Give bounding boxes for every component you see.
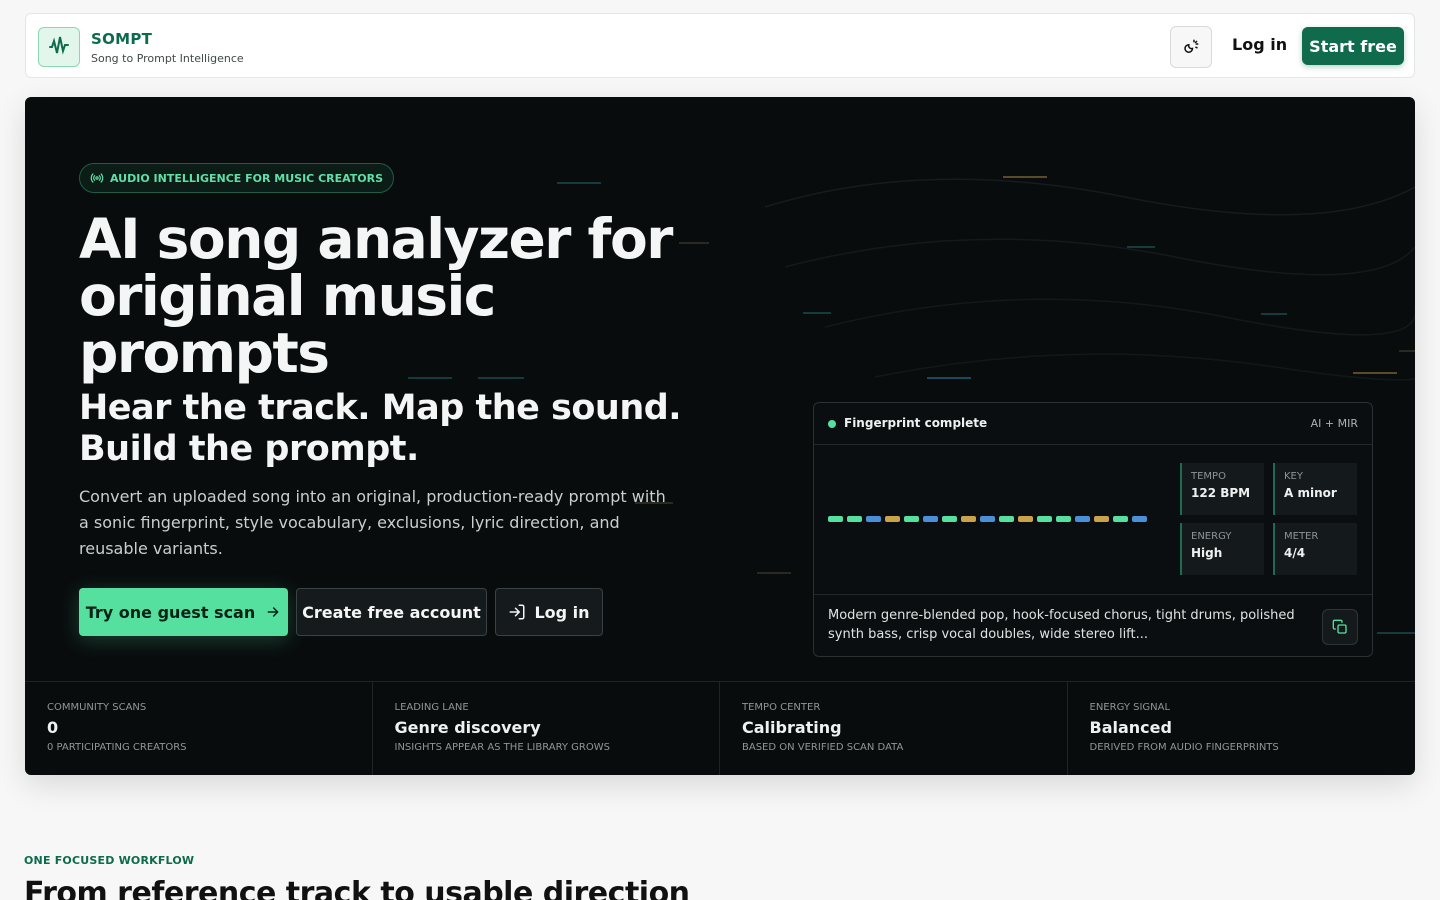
waveform-bar: [923, 516, 938, 522]
waveform-bar: [1056, 516, 1071, 522]
waveform-bar: [999, 516, 1014, 522]
waveform-bar: [1094, 516, 1109, 522]
fingerprint-card: Fingerprint complete AI + MIR TEMPO 122 …: [813, 402, 1373, 657]
metric-value: A minor: [1284, 486, 1337, 500]
guest-scan-label: Try one guest scan: [85, 602, 256, 622]
metric-label: ENERGY: [1191, 531, 1232, 542]
brand-name[interactable]: SOMPT: [91, 30, 152, 48]
workflow-eyebrow: ONE FOCUSED WORKFLOW: [24, 854, 195, 867]
metric-energy: ENERGY High: [1180, 523, 1264, 575]
header-login-link[interactable]: Log in: [1232, 35, 1287, 54]
metric-key: KEY A minor: [1273, 463, 1357, 515]
stat-value: 0: [47, 718, 59, 737]
hero-login-button[interactable]: Log in: [495, 588, 603, 636]
waveform-bar: [1075, 516, 1090, 522]
waveform-bar: [1018, 516, 1033, 522]
waveform-bar: [942, 516, 957, 522]
top-navigation-bar: SOMPT Song to Prompt Intelligence Log in…: [25, 13, 1415, 78]
login-icon: [509, 604, 525, 620]
stat-label: TEMPO CENTER: [742, 702, 821, 713]
hero-badge-text: AUDIO INTELLIGENCE FOR MUSIC CREATORS: [110, 171, 384, 185]
arrow-right-icon: [267, 607, 279, 617]
workflow-title: From reference track to usable direction: [24, 876, 690, 900]
stat-subtext: INSIGHTS APPEAR AS THE LIBRARY GROWS: [394, 742, 610, 753]
theme-toggle-button[interactable]: [1170, 26, 1212, 68]
hero-login-label: Log in: [534, 602, 590, 622]
metric-value: High: [1191, 546, 1223, 560]
stat-energy-signal: ENERGY SIGNAL Balanced DERIVED FROM AUDI…: [1068, 682, 1416, 775]
metric-value: 122 BPM: [1191, 486, 1251, 500]
metric-label: TEMPO: [1191, 471, 1226, 482]
metric-label: METER: [1284, 531, 1319, 542]
stat-label: ENERGY SIGNAL: [1089, 702, 1171, 713]
stat-value: Balanced: [1089, 718, 1172, 737]
stat-label: COMMUNITY SCANS: [47, 702, 147, 713]
hero-section: AUDIO INTELLIGENCE FOR MUSIC CREATORS AI…: [25, 97, 1415, 775]
metric-value: 4/4: [1284, 546, 1306, 560]
stat-value: Genre discovery: [394, 718, 541, 737]
guest-scan-button[interactable]: Try one guest scan: [79, 588, 288, 636]
waveform-bars: [828, 516, 1147, 522]
waveform-icon[interactable]: [38, 27, 80, 67]
waveform-bar: [847, 516, 862, 522]
stat-tempo-center: TEMPO CENTER Calibrating BASED ON VERIFI…: [720, 682, 1068, 775]
metric-meter: METER 4/4: [1273, 523, 1357, 575]
fingerprint-status: Fingerprint complete: [844, 416, 988, 430]
stat-subtext: DERIVED FROM AUDIO FINGERPRINTS: [1089, 742, 1279, 753]
theme-toggle-icon: [1184, 39, 1199, 53]
brand-tagline: Song to Prompt Intelligence: [91, 52, 244, 65]
stat-community-scans: COMMUNITY SCANS 0 0 PARTICIPATING CREATO…: [25, 682, 373, 775]
waveform-bar: [904, 516, 919, 522]
waveform-bar: [866, 516, 881, 522]
hero-subtitle: Hear the track. Map the sound. Build the…: [79, 388, 682, 469]
waveform-bar: [980, 516, 995, 522]
status-dot: [828, 420, 836, 428]
stat-label: LEADING LANE: [394, 702, 469, 713]
waveform-bar: [885, 516, 900, 522]
broadcast-icon: [90, 173, 104, 183]
hero-description: Convert an uploaded song into an origina…: [79, 487, 666, 558]
stat-subtext: 0 PARTICIPATING CREATORS: [47, 742, 187, 753]
fingerprint-card-header: Fingerprint complete AI + MIR: [814, 403, 1372, 445]
stat-subtext: BASED ON VERIFIED SCAN DATA: [742, 742, 904, 753]
start-free-button[interactable]: Start free: [1302, 27, 1404, 65]
hero-title: AI song analyzer for original music prom…: [79, 207, 673, 385]
copy-prompt-button[interactable]: [1322, 609, 1358, 645]
prompt-preview: Modern genre-blended pop, hook-focused c…: [814, 594, 1372, 657]
waveform-bar: [1113, 516, 1128, 522]
prompt-text: Modern genre-blended pop, hook-focused c…: [828, 608, 1295, 642]
stat-leading-lane: LEADING LANE Genre discovery INSIGHTS AP…: [373, 682, 720, 775]
create-account-button[interactable]: Create free account: [296, 588, 487, 636]
waveform-bar: [828, 516, 843, 522]
copy-icon: [1332, 619, 1347, 634]
fingerprint-tag: AI + MIR: [1310, 417, 1358, 430]
waveform-bar: [1037, 516, 1052, 522]
stats-strip: COMMUNITY SCANS 0 0 PARTICIPATING CREATO…: [25, 681, 1415, 775]
waveform-bar: [961, 516, 976, 522]
metric-label: KEY: [1284, 471, 1303, 482]
stat-value: Calibrating: [742, 718, 842, 737]
hero-badge: AUDIO INTELLIGENCE FOR MUSIC CREATORS: [79, 163, 395, 193]
metric-tempo: TEMPO 122 BPM: [1180, 463, 1264, 515]
waveform-bar: [1132, 516, 1147, 522]
